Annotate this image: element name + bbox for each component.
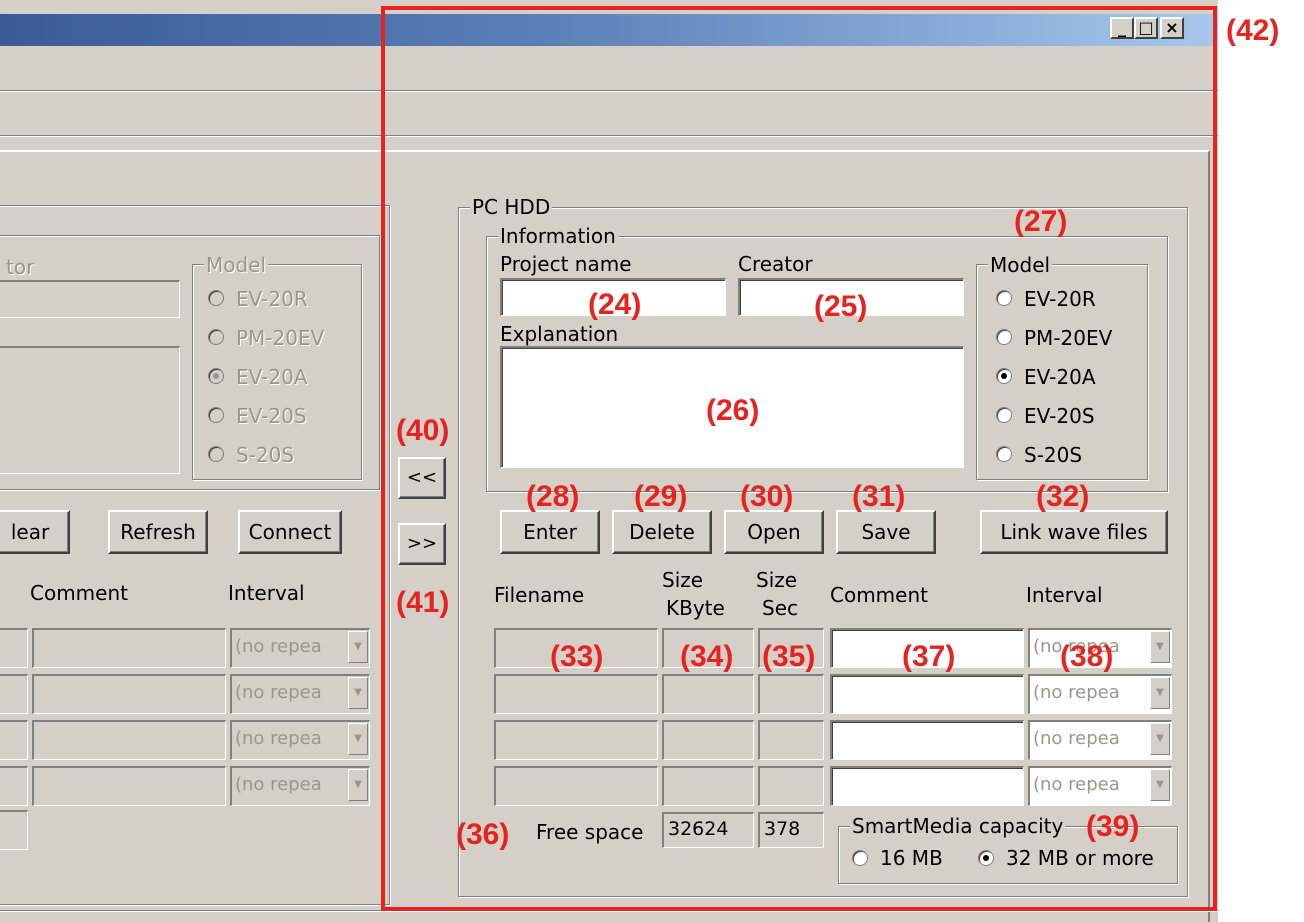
left-row-interval-select: (no repea ▼ (230, 766, 370, 806)
left-row-cell (0, 720, 28, 760)
left-model-radio-ev20r (208, 290, 224, 306)
annotation-35: (35) (762, 640, 816, 673)
left-row-comment (32, 766, 226, 806)
annotation-36: (36) (456, 818, 510, 851)
annotation-39: (39) (1086, 810, 1140, 843)
annotation-25: (25) (814, 290, 868, 323)
chevron-down-icon: ▼ (348, 769, 368, 801)
left-col-comment: Comment (30, 581, 128, 605)
left-row-comment (32, 720, 226, 760)
chevron-down-icon: ▼ (348, 631, 368, 663)
left-model-label: EV-20A (236, 365, 308, 389)
refresh-button[interactable]: Refresh (108, 510, 208, 554)
annotation-41: (41) (396, 586, 450, 619)
annotation-31: (31) (852, 480, 906, 513)
left-model-label: PM-20EV (236, 326, 325, 350)
annotation-30: (30) (740, 480, 794, 513)
left-row-interval-select: (no repea ▼ (230, 628, 370, 668)
clear-button[interactable]: lear (0, 510, 70, 554)
annotation-24: (24) (588, 288, 642, 321)
left-free-space-field (0, 810, 28, 850)
chevron-down-icon: ▼ (348, 723, 368, 755)
left-model-legend: Model (204, 253, 269, 277)
left-creator-label: tor (6, 255, 35, 279)
annotation-34: (34) (680, 640, 734, 673)
chevron-down-icon: ▼ (348, 677, 368, 709)
left-row-cell (0, 674, 28, 714)
left-row-interval-select: (no repea ▼ (230, 720, 370, 760)
left-model-radio-ev20s (208, 407, 224, 423)
left-col-interval: Interval (228, 581, 305, 605)
annotation-42: (42) (1226, 14, 1280, 47)
left-model-radio-ev20a (208, 368, 224, 384)
left-model-radio-s20s (208, 446, 224, 462)
left-row-comment (32, 674, 226, 714)
annotation-32: (32) (1036, 480, 1090, 513)
left-creator-field (0, 280, 180, 318)
left-model-label: EV-20S (236, 404, 307, 428)
left-row-interval-select: (no repea ▼ (230, 674, 370, 714)
annotation-28: (28) (526, 480, 580, 513)
left-row-cell (0, 628, 28, 668)
left-model-radio-pm20ev (208, 329, 224, 345)
annotation-38: (38) (1060, 640, 1114, 673)
annotation-29: (29) (634, 480, 688, 513)
annotation-26: (26) (706, 394, 760, 427)
highlight-frame (381, 6, 1217, 911)
left-row-cell (0, 766, 28, 806)
annotation-33: (33) (550, 640, 604, 673)
left-model-label: S-20S (236, 443, 295, 467)
left-row-comment (32, 628, 226, 668)
connect-button[interactable]: Connect (238, 510, 342, 554)
left-model-label: EV-20R (236, 287, 308, 311)
annotation-27: (27) (1014, 205, 1068, 238)
left-explanation-field (0, 346, 180, 474)
annotation-37: (37) (902, 640, 956, 673)
annotation-40: (40) (396, 414, 450, 447)
